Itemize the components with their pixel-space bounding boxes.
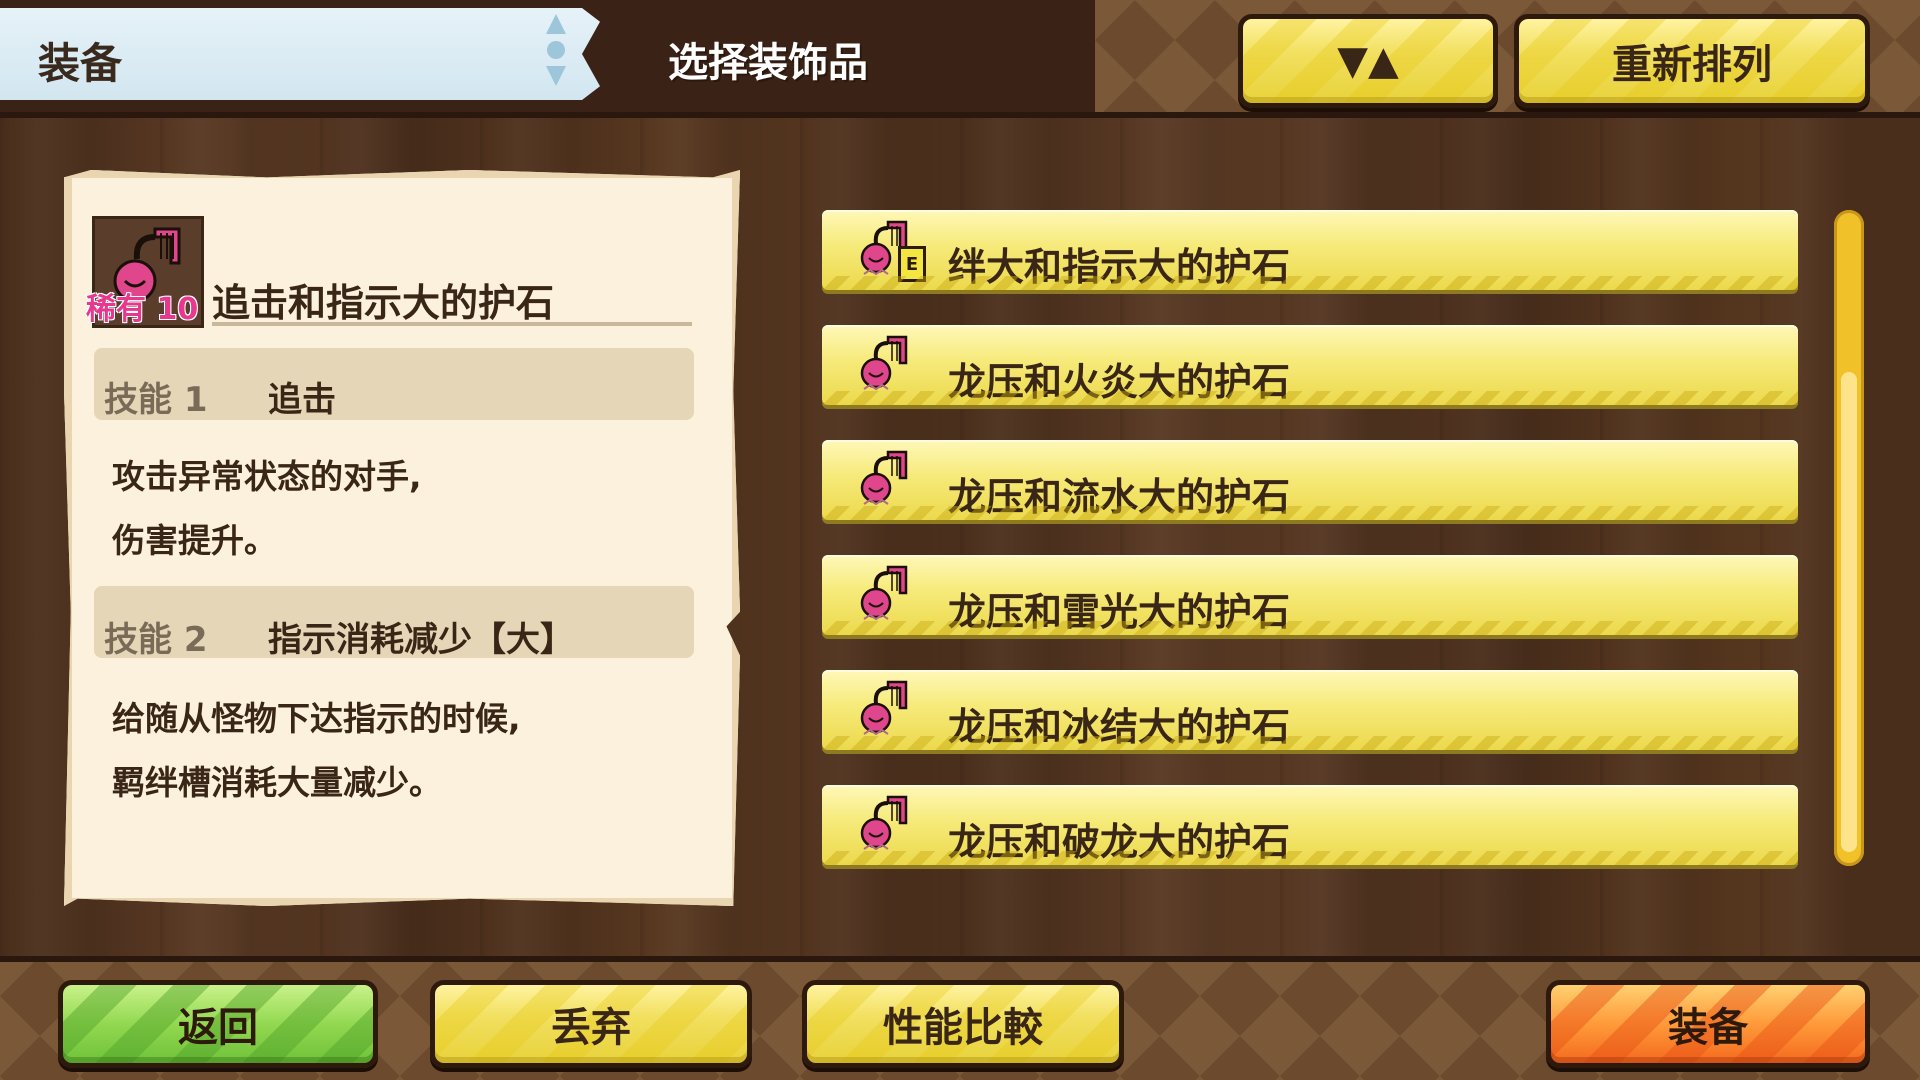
list-item[interactable]: 龙压和雷光大的护石 xyxy=(822,555,1798,635)
list-item-label: 龙压和流水大的护石 xyxy=(948,475,1291,519)
skill-2-description-line-1: 给随从怪物下达指示的时候, xyxy=(112,699,521,738)
scroll-thumb[interactable] xyxy=(1841,372,1857,852)
list-item[interactable]: 龙压和火炎大的护石 xyxy=(822,325,1798,405)
list-item[interactable]: 龙压和破龙大的护石 xyxy=(822,785,1798,865)
screen-subtitle: 选择装饰品 xyxy=(668,40,868,86)
skill-1-description-line-2: 伤害提升。 xyxy=(112,521,277,560)
charm-icon xyxy=(860,335,908,391)
equipped-badge: E xyxy=(898,246,926,282)
title-banner: 装备 xyxy=(0,8,600,100)
list-item[interactable]: E 绊大和指示大的护石 xyxy=(822,210,1798,290)
list-item-label: 龙压和雷光大的护石 xyxy=(948,590,1291,634)
back-button[interactable]: 返回 xyxy=(58,980,378,1068)
skill-2-name: 指示消耗减少【大】 xyxy=(268,620,574,660)
charm-icon xyxy=(860,450,908,506)
skill-2-description-line-2: 羁绊槽消耗大量减少。 xyxy=(112,763,442,802)
list-item-label: 龙压和火炎大的护石 xyxy=(948,360,1291,404)
rearrange-button[interactable]: 重新排列 xyxy=(1514,14,1870,108)
charm-icon xyxy=(860,795,908,851)
banner-arrows-icon xyxy=(546,14,566,86)
list-item[interactable]: 龙压和冰结大的护石 xyxy=(822,670,1798,750)
rarity-label: 稀有 10 xyxy=(86,292,199,327)
sort-order-button[interactable]: ▼▲ xyxy=(1238,14,1498,108)
list-item-label: 绊大和指示大的护石 xyxy=(948,245,1291,289)
compare-button[interactable]: 性能比較 xyxy=(802,980,1124,1068)
charm-icon xyxy=(860,680,908,736)
charm-icon xyxy=(860,565,908,621)
list-item-label: 龙压和破龙大的护石 xyxy=(948,820,1291,864)
skill-1-label: 技能 1 xyxy=(104,380,208,420)
item-name: 追击和指示大的护石 xyxy=(212,281,555,325)
list-item[interactable]: 龙压和流水大的护石 xyxy=(822,440,1798,520)
divider xyxy=(212,322,692,326)
list-item-label: 龙压和冰结大的护石 xyxy=(948,705,1291,749)
skill-1-name: 追击 xyxy=(268,380,336,420)
skill-1-description-line-1: 攻击异常状态的对手, xyxy=(112,457,422,496)
discard-button[interactable]: 丢弃 xyxy=(430,980,752,1068)
equip-button[interactable]: 装备 xyxy=(1546,980,1870,1068)
page-title: 装备 xyxy=(38,39,123,88)
skill-2-label: 技能 2 xyxy=(104,620,208,660)
